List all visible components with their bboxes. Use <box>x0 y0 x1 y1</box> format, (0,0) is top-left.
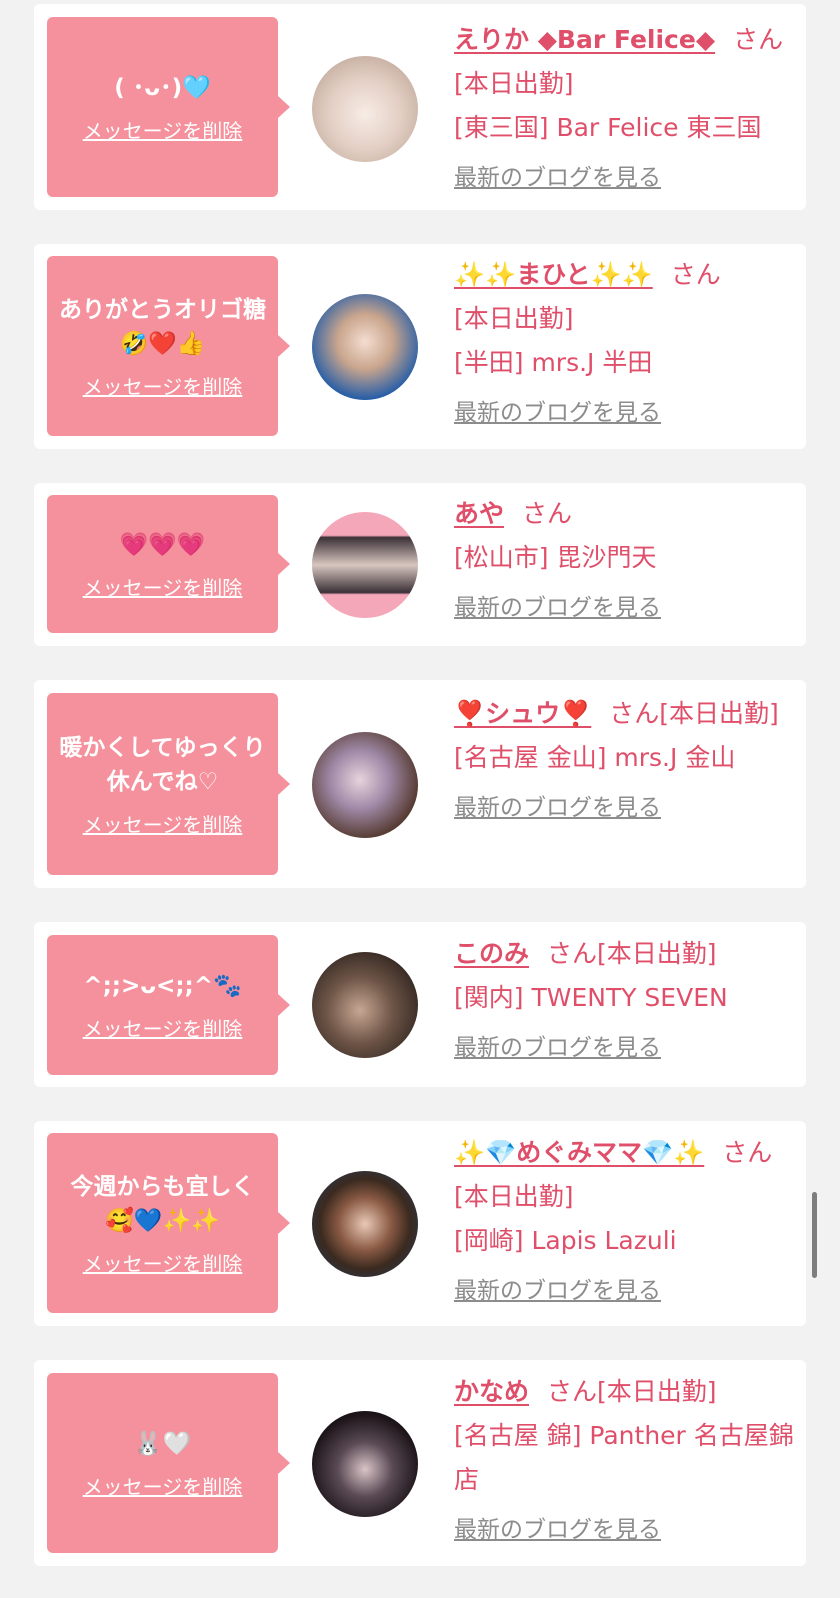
message-text: ありがとうオリゴ糖🤣❤️👍 <box>59 296 266 357</box>
cast-info: ❣️シュウ❣️ さん[本日出勤] [名古屋 金山] mrs.J 金山 最新のブログ… <box>454 692 794 830</box>
avatar[interactable] <box>312 1171 418 1277</box>
delete-message-link[interactable]: メッセージを削除 <box>83 809 243 838</box>
message-bubble: 🐰🤍 メッセージを削除 <box>47 1373 278 1553</box>
delete-message-link[interactable]: メッセージを削除 <box>83 1248 243 1277</box>
message-card: ^;;>ᴗ<;;^🐾 メッセージを削除 このみ さん[本日出勤] [関内] TWE… <box>34 922 806 1087</box>
cast-info: ✨✨まひと✨✨ さん [本日出勤] [半田] mrs.J 半田 最新のブログを見る <box>454 253 794 435</box>
message-text: ( ･ᴗ･)🩵 <box>114 74 211 101</box>
honorific: さん <box>547 1377 598 1406</box>
message-text: 今週からも宜しく🥰💙✨✨ <box>70 1173 255 1234</box>
cast-info: えりか ◆Bar Felice◆ さん [本日出勤] [東三国] Bar Feli… <box>454 18 794 200</box>
message-bubble: ^;;>ᴗ<;;^🐾 メッセージを削除 <box>47 935 278 1075</box>
shop-location: [名古屋 錦] Panther 名古屋錦店 <box>454 1421 794 1494</box>
message-bubble: 今週からも宜しく🥰💙✨✨ メッセージを削除 <box>47 1133 278 1313</box>
message-bubble: ありがとうオリゴ糖🤣❤️👍 メッセージを削除 <box>47 256 278 436</box>
work-status: [本日出勤] <box>454 1182 574 1211</box>
cast-name-link[interactable]: かなめ <box>454 1377 529 1406</box>
message-text: 暖かくしてゆっくり休んでね♡ <box>59 734 266 795</box>
latest-blog-link[interactable]: 最新のブログを見る <box>454 391 794 435</box>
delete-message-link[interactable]: メッセージを削除 <box>83 1013 243 1042</box>
message-bubble: 暖かくしてゆっくり休んでね♡ メッセージを削除 <box>47 693 278 875</box>
avatar[interactable] <box>312 512 418 618</box>
shop-location: [東三国] Bar Felice 東三国 <box>454 113 762 142</box>
latest-blog-link[interactable]: 最新のブログを見る <box>454 1026 794 1070</box>
latest-blog-link[interactable]: 最新のブログを見る <box>454 156 794 200</box>
cast-info: ✨💎めぐみママ💎✨ さん [本日出勤] [岡崎] Lapis Lazuli 最新のブ… <box>454 1131 794 1313</box>
message-text: 💗💗💗 <box>119 531 206 558</box>
avatar[interactable] <box>312 1411 418 1517</box>
honorific: さん <box>522 499 573 528</box>
message-bubble: ( ･ᴗ･)🩵 メッセージを削除 <box>47 17 278 197</box>
cast-name-link[interactable]: ✨💎めぐみママ💎✨ <box>454 1138 704 1167</box>
avatar[interactable] <box>312 952 418 1058</box>
avatar[interactable] <box>312 56 418 162</box>
message-card: 🐰🤍 メッセージを削除 かなめ さん[本日出勤] [名古屋 錦] Panther … <box>34 1360 806 1566</box>
cast-name-link[interactable]: えりか ◆Bar Felice◆ <box>454 25 715 54</box>
cast-name-link[interactable]: このみ <box>454 939 529 968</box>
work-status: [本日出勤] <box>597 939 717 968</box>
message-text: ^;;>ᴗ<;;^🐾 <box>83 972 242 999</box>
shop-location: [名古屋 金山] mrs.J 金山 <box>454 743 736 772</box>
cast-name-link[interactable]: ❣️シュウ❣️ <box>454 699 591 728</box>
message-card: ( ･ᴗ･)🩵 メッセージを削除 えりか ◆Bar Felice◆ さん [本日出… <box>34 4 806 210</box>
work-status: [本日出勤] <box>597 1377 717 1406</box>
delete-message-link[interactable]: メッセージを削除 <box>83 115 243 144</box>
avatar[interactable] <box>312 732 418 838</box>
delete-message-link[interactable]: メッセージを削除 <box>83 572 243 601</box>
cast-info: このみ さん[本日出勤] [関内] TWENTY SEVEN 最新のブログを見る <box>454 932 794 1070</box>
latest-blog-link[interactable]: 最新のブログを見る <box>454 1508 794 1552</box>
latest-blog-link[interactable]: 最新のブログを見る <box>454 1269 794 1313</box>
shop-location: [関内] TWENTY SEVEN <box>454 983 728 1012</box>
latest-blog-link[interactable]: 最新のブログを見る <box>454 586 794 630</box>
work-status: [本日出勤] <box>454 304 574 333</box>
honorific: さん <box>547 939 598 968</box>
shop-location: [松山市] 毘沙門天 <box>454 543 657 572</box>
message-bubble: 💗💗💗 メッセージを削除 <box>47 495 278 633</box>
honorific: さん <box>670 260 721 289</box>
shop-location: [半田] mrs.J 半田 <box>454 348 653 377</box>
honorific: さん <box>722 1138 773 1167</box>
message-text: 🐰🤍 <box>133 1430 192 1457</box>
cast-info: かなめ さん[本日出勤] [名古屋 錦] Panther 名古屋錦店 最新のブログ… <box>454 1370 794 1552</box>
cast-name-link[interactable]: あや <box>454 499 504 528</box>
message-card: 暖かくしてゆっくり休んでね♡ メッセージを削除 ❣️シュウ❣️ さん[本日出勤] … <box>34 680 806 888</box>
avatar[interactable] <box>312 294 418 400</box>
work-status: [本日出勤] <box>454 69 574 98</box>
honorific: さん <box>733 25 784 54</box>
cast-info: あや さん [松山市] 毘沙門天 最新のブログを見る <box>454 492 794 630</box>
delete-message-link[interactable]: メッセージを削除 <box>83 371 243 400</box>
latest-blog-link[interactable]: 最新のブログを見る <box>454 786 794 830</box>
message-card: 💗💗💗 メッセージを削除 あや さん [松山市] 毘沙門天 最新のブログを見る <box>34 483 806 646</box>
delete-message-link[interactable]: メッセージを削除 <box>83 1471 243 1500</box>
shop-location: [岡崎] Lapis Lazuli <box>454 1226 677 1255</box>
message-card: 今週からも宜しく🥰💙✨✨ メッセージを削除 ✨💎めぐみママ💎✨ さん [本日出勤] … <box>34 1121 806 1326</box>
scrollbar[interactable] <box>812 1192 817 1278</box>
honorific: さん <box>609 699 660 728</box>
message-card: ありがとうオリゴ糖🤣❤️👍 メッセージを削除 ✨✨まひと✨✨ さん [本日出勤] … <box>34 244 806 449</box>
cast-name-link[interactable]: ✨✨まひと✨✨ <box>454 260 653 289</box>
work-status: [本日出勤] <box>659 699 779 728</box>
